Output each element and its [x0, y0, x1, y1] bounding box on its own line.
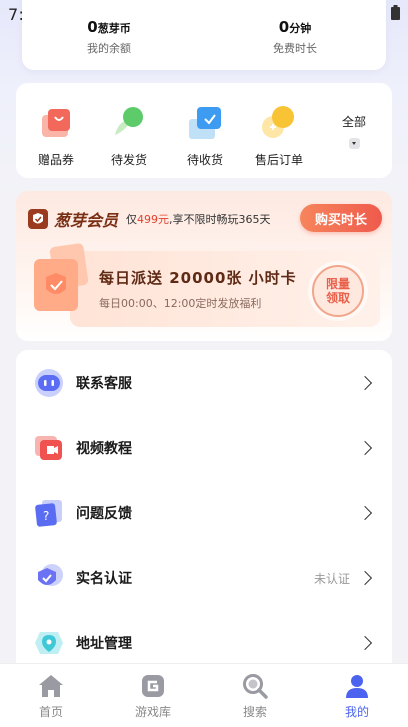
chevron-right-icon	[357, 505, 373, 521]
verification-status: 未认证	[313, 571, 350, 586]
chevron-right-icon	[357, 440, 373, 456]
menu-item-label: 地址管理	[76, 636, 132, 652]
pending-receive-icon	[187, 105, 223, 141]
menu-item-feedback[interactable]: ? 问题反馈	[16, 490, 392, 536]
chevron-right-icon	[357, 570, 373, 586]
free-time-value: 0分钟	[278, 18, 312, 36]
nav-label: 搜索	[242, 705, 267, 719]
order-label: 待发货	[110, 153, 147, 167]
orders-card: 赠品券 待发货 待收货 售后订单 全部	[16, 83, 392, 178]
battery-icon	[391, 4, 400, 24]
menu-item-customer-service[interactable]: 联系客服	[16, 360, 392, 406]
balance-item[interactable]: 0葱芽币 我的余额	[34, 18, 184, 56]
order-after-sale[interactable]: 售后订单	[244, 105, 314, 168]
order-label: 赠品券	[37, 153, 74, 167]
menu-item-video-tutorial[interactable]: 视频教程	[16, 425, 392, 471]
settings-menu: 联系客服 视频教程 ? 问题反馈 实名认证 未认证 地址管理	[16, 350, 392, 680]
vip-badge-icon	[28, 209, 48, 229]
svg-text:?: ?	[43, 509, 49, 523]
orders-all-label: 全部	[341, 115, 366, 129]
profile-icon	[343, 672, 371, 700]
nav-game-library[interactable]: 游戏库	[102, 664, 204, 727]
menu-item-label: 视频教程	[76, 441, 132, 457]
order-label: 售后订单	[254, 153, 303, 167]
nav-label: 首页	[38, 705, 63, 719]
verify-icon	[34, 563, 64, 593]
chevron-down-icon	[348, 138, 360, 149]
order-pending-ship[interactable]: 待发货	[94, 105, 164, 168]
nav-label: 游戏库	[134, 705, 171, 719]
menu-item-address[interactable]: 地址管理	[16, 620, 392, 666]
nav-label: 我的	[344, 705, 369, 719]
promo-subtitle: 每日00:00、12:00定时发放福利	[99, 297, 262, 310]
buy-time-button[interactable]: 购买时长	[300, 204, 382, 232]
nav-profile[interactable]: 我的	[306, 664, 408, 727]
after-sale-icon	[261, 105, 297, 141]
ticket-icon	[22, 241, 102, 331]
chevron-right-icon	[357, 375, 373, 391]
home-icon	[37, 672, 65, 700]
limited-claim-button[interactable]: 限量 领取	[312, 265, 364, 317]
limited-claim-label-1: 限量	[325, 277, 350, 291]
customer-service-icon	[34, 368, 64, 398]
orders-all-button[interactable]: 全部	[334, 113, 374, 149]
order-label: 待收货	[186, 153, 223, 167]
limited-claim-label-2: 领取	[325, 291, 350, 305]
balance-value: 0葱芽币	[87, 18, 131, 36]
balance-label: 我的余额	[87, 42, 131, 55]
balance-card: 0葱芽币 我的余额 0分钟 免费时长	[22, 0, 386, 70]
nav-home[interactable]: 首页	[0, 664, 102, 727]
promo-title: 每日派送 20000张 小时卡	[99, 269, 297, 287]
video-tutorial-icon	[34, 433, 64, 463]
chevron-right-icon	[357, 635, 373, 651]
order-coupon[interactable]: 赠品券	[21, 105, 91, 168]
menu-item-label: 实名认证	[76, 571, 132, 587]
order-pending-receive[interactable]: 待收货	[170, 105, 240, 168]
bottom-navigation: 首页 游戏库 搜索 我的	[0, 663, 408, 727]
search-icon	[241, 672, 269, 700]
vip-title: 葱芽会员	[54, 211, 119, 230]
menu-item-verification[interactable]: 实名认证 未认证	[16, 555, 392, 601]
game-library-icon	[139, 672, 167, 700]
menu-item-label: 联系客服	[76, 376, 132, 392]
menu-item-label: 问题反馈	[76, 506, 132, 522]
free-time-item[interactable]: 0分钟 免费时长	[220, 18, 370, 56]
feedback-icon: ?	[34, 498, 64, 528]
vip-card: 葱芽会员 仅499元,享不限时畅玩365天 购买时长 每日派送 20000张 小…	[16, 191, 392, 341]
free-time-label: 免费时长	[273, 42, 317, 55]
pending-ship-icon	[111, 105, 147, 141]
address-icon	[34, 628, 64, 658]
nav-search[interactable]: 搜索	[204, 664, 306, 727]
coupon-icon	[38, 105, 74, 141]
vip-header: 葱芽会员 仅499元,享不限时畅玩365天	[28, 207, 271, 231]
vip-description: 仅499元,享不限时畅玩365天	[126, 213, 271, 226]
